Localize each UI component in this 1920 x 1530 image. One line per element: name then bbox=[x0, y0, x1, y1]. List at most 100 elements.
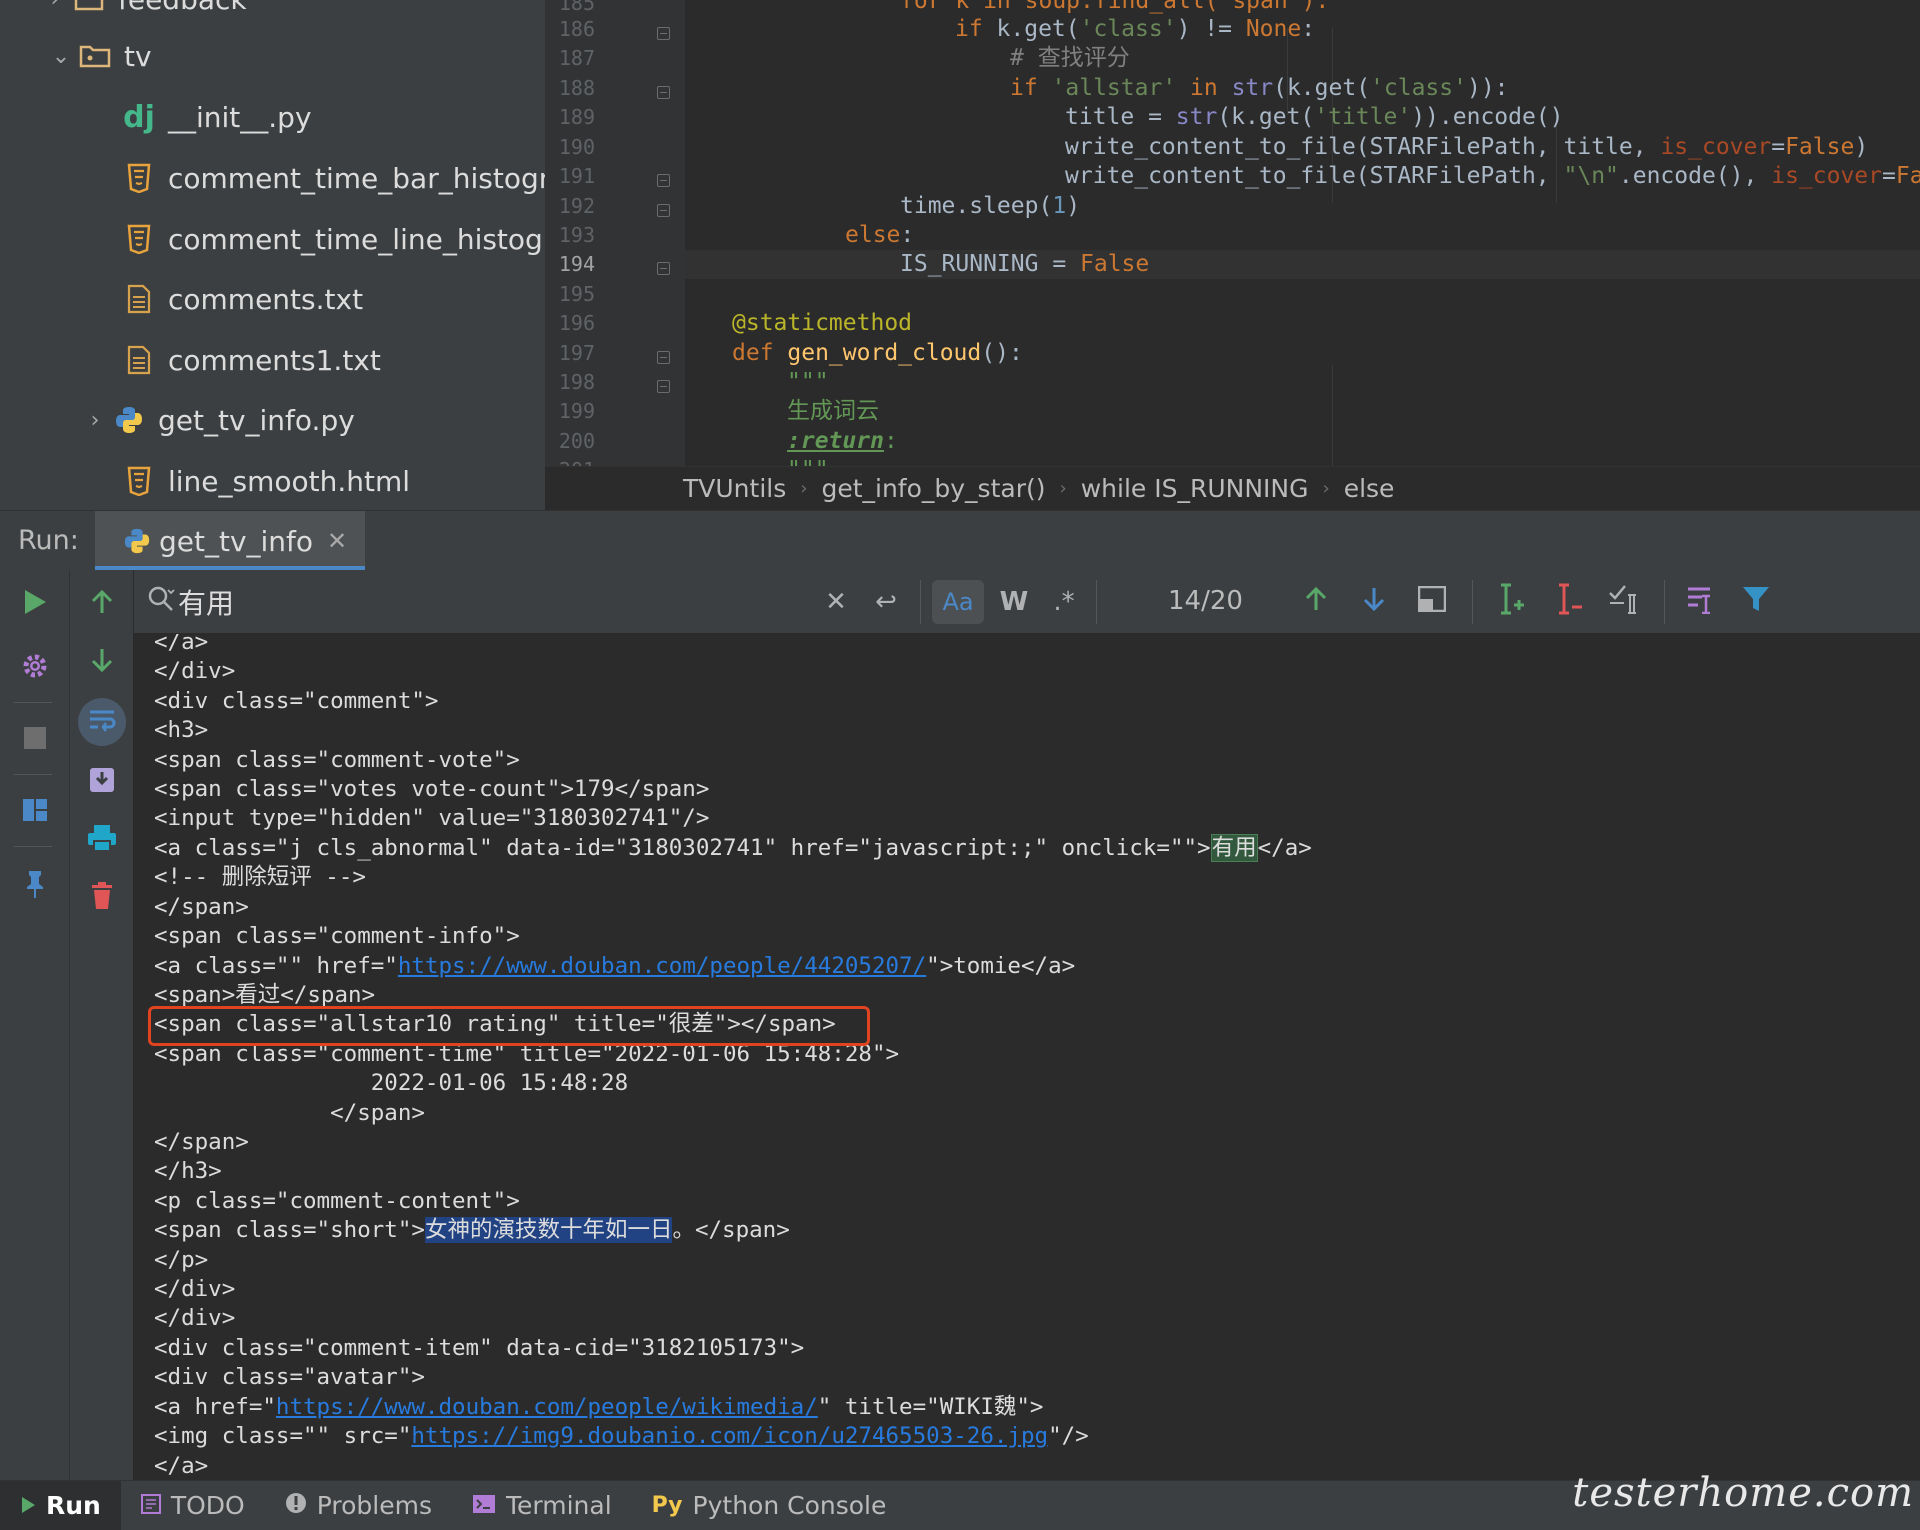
layout-button[interactable] bbox=[13, 790, 57, 834]
status-tab-problems[interactable]: Problems bbox=[265, 1481, 452, 1530]
status-tab-label: Problems bbox=[316, 1491, 432, 1520]
tree-item-label: __init__.py bbox=[168, 100, 312, 134]
code-line: write_content_to_file(STARFilePath, "\n"… bbox=[1065, 163, 1920, 189]
folder-icon bbox=[70, 0, 108, 16]
tree-item-comments-txt[interactable]: comments.txt bbox=[120, 270, 363, 328]
select-all-occurrences-button[interactable] bbox=[1604, 580, 1648, 624]
scroll-down-button[interactable] bbox=[80, 640, 124, 684]
fold-marker[interactable] bbox=[657, 351, 670, 364]
chevron-right-icon[interactable]: › bbox=[80, 408, 110, 433]
pin-tab-button[interactable] bbox=[13, 864, 57, 908]
tree-item-comments1-txt[interactable]: comments1.txt bbox=[120, 331, 381, 389]
words-toggle[interactable]: W bbox=[992, 580, 1036, 624]
match-case-toggle[interactable]: Aa bbox=[932, 580, 984, 624]
line-number: 186 bbox=[558, 17, 595, 41]
filter-pane-button[interactable] bbox=[1410, 580, 1454, 624]
chevron-right-icon: › bbox=[1322, 478, 1330, 499]
print-button[interactable] bbox=[80, 818, 124, 862]
filter-search-results-button[interactable] bbox=[1680, 580, 1724, 624]
line-number: 189 bbox=[558, 105, 595, 129]
status-tab-terminal[interactable]: Terminal bbox=[452, 1481, 632, 1530]
clear-all-button[interactable] bbox=[80, 876, 124, 920]
tree-item-comment-time-line[interactable]: comment_time_line_histogra bbox=[120, 210, 545, 268]
console-link[interactable]: https://www.douban.com/people/44205207/ bbox=[398, 953, 926, 979]
status-tab-todo[interactable]: TODO bbox=[121, 1481, 265, 1530]
console-line: <div class="comment-item" data-cid="3182… bbox=[154, 1335, 805, 1361]
add-occurrence-button[interactable] bbox=[1488, 580, 1532, 624]
search-icon[interactable] bbox=[146, 584, 176, 618]
line-number: 199 bbox=[558, 399, 595, 423]
search-input[interactable] bbox=[178, 582, 878, 622]
code-editor[interactable]: 185 186 187 188 189 190 191 192 193 194 … bbox=[545, 0, 1920, 466]
code-line: for k in soup.find_all('span'): bbox=[900, 0, 1330, 14]
rerun-button[interactable] bbox=[13, 582, 57, 626]
chevron-right-icon: › bbox=[1059, 478, 1067, 499]
line-number: 200 bbox=[558, 429, 595, 453]
scroll-up-button[interactable] bbox=[80, 582, 124, 626]
add-cursor-icon bbox=[1494, 583, 1526, 622]
fold-marker[interactable] bbox=[657, 86, 670, 99]
previous-match-button[interactable] bbox=[1294, 580, 1338, 624]
tree-item-tv[interactable]: ⌄ tv bbox=[46, 27, 152, 85]
status-tab-run[interactable]: Run bbox=[0, 1480, 121, 1530]
settings-button[interactable] bbox=[13, 646, 57, 690]
chevron-right-icon[interactable]: › bbox=[40, 0, 70, 12]
fold-marker[interactable] bbox=[657, 204, 670, 217]
status-tab-python-console[interactable]: Py Python Console bbox=[632, 1481, 907, 1530]
code-docstring: """ bbox=[787, 369, 829, 395]
stop-icon bbox=[23, 726, 47, 754]
filter-button[interactable] bbox=[1734, 580, 1778, 624]
run-tab[interactable]: get_tv_info ✕ bbox=[95, 511, 365, 571]
console-line: </div> bbox=[154, 1276, 236, 1302]
close-icon[interactable]: ✕ bbox=[327, 527, 347, 555]
line-number: 197 bbox=[558, 341, 595, 365]
fold-marker[interactable] bbox=[657, 27, 670, 40]
console-line: <div class="comment"> bbox=[154, 688, 439, 714]
tree-item-get-tv-info[interactable]: › get_tv_info.py bbox=[80, 391, 355, 449]
fold-marker[interactable] bbox=[657, 262, 670, 275]
close-icon: ✕ bbox=[825, 587, 847, 617]
breadcrumb-item[interactable]: TVUntils bbox=[683, 474, 786, 503]
html-file-icon bbox=[120, 222, 158, 256]
breadcrumb-item[interactable]: while IS_RUNNING bbox=[1081, 474, 1309, 503]
tree-item-line-smooth[interactable]: line_smooth.html bbox=[120, 452, 410, 510]
regex-toggle[interactable]: .* bbox=[1042, 580, 1086, 624]
selected-text: 女神的演技数十年如一日 bbox=[424, 1217, 673, 1243]
remove-occurrence-button[interactable] bbox=[1546, 580, 1590, 624]
breadcrumb-item[interactable]: get_info_by_star() bbox=[821, 474, 1045, 503]
console-line: <a href="https://www.douban.com/people/w… bbox=[154, 1394, 1044, 1420]
console-link[interactable]: https://www.douban.com/people/wikimedia/ bbox=[276, 1394, 818, 1420]
tree-item-label: tv bbox=[124, 39, 152, 73]
console-line: </span> bbox=[154, 894, 249, 920]
project-tree: › feedback ⌄ tv dj __init__.py comment_t… bbox=[0, 0, 545, 510]
console-link[interactable]: https://img9.doubanio.com/icon/u27465503… bbox=[411, 1423, 1048, 1449]
line-number: 193 bbox=[558, 223, 595, 247]
console-line: <span class="comment-info"> bbox=[154, 923, 520, 949]
stop-button[interactable] bbox=[13, 718, 57, 762]
package-folder-icon bbox=[76, 39, 114, 73]
chevron-down-icon[interactable]: ⌄ bbox=[46, 44, 76, 69]
console-output[interactable]: </a> </div> <div class="comment"> <h3> <… bbox=[134, 634, 1920, 1480]
pin-icon bbox=[24, 869, 46, 903]
tree-item-feedback[interactable]: › feedback bbox=[40, 0, 247, 28]
soft-wrap-button[interactable] bbox=[78, 698, 126, 746]
new-line-button[interactable]: ↩ bbox=[864, 580, 908, 624]
tree-item-label: comments.txt bbox=[168, 282, 364, 316]
console-line: <!-- 删除短评 --> bbox=[154, 864, 366, 890]
breadcrumb-item[interactable]: else bbox=[1344, 474, 1395, 503]
code-line: if k.get('class') != None: bbox=[955, 16, 1316, 42]
tree-item-init[interactable]: dj __init__.py bbox=[120, 88, 312, 146]
code-docstring: 生成词云 bbox=[787, 398, 879, 424]
scroll-to-end-button[interactable] bbox=[80, 760, 124, 804]
arrow-up-icon bbox=[90, 589, 114, 619]
active-line-highlight bbox=[685, 250, 1920, 279]
arrow-down-icon bbox=[90, 647, 114, 677]
tree-item-comment-time-bar[interactable]: comment_time_bar_histogra bbox=[120, 149, 545, 207]
tree-item-label: feedback bbox=[118, 0, 247, 16]
fold-marker[interactable] bbox=[657, 380, 670, 393]
line-number: 192 bbox=[558, 194, 595, 218]
clear-search-button[interactable]: ✕ bbox=[814, 580, 858, 624]
console-search-bar: ✕ ↩ Aa W .* 14/20 bbox=[134, 570, 1920, 634]
fold-marker[interactable] bbox=[657, 174, 670, 187]
next-match-button[interactable] bbox=[1352, 580, 1396, 624]
